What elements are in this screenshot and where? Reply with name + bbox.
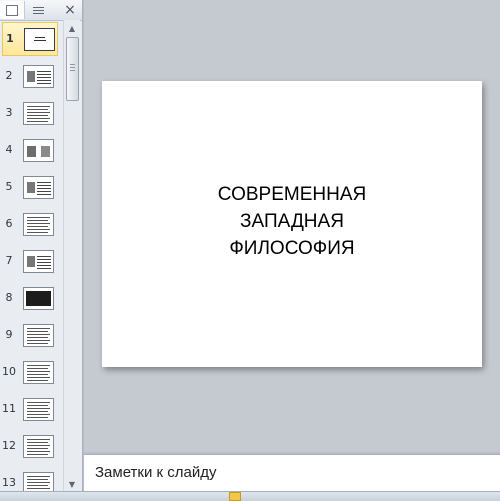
thumbnail-13[interactable]: 13: [0, 466, 62, 492]
slides-icon: [6, 4, 18, 16]
slide-title-line-1: СОВРЕМЕННАЯ: [217, 184, 367, 205]
slide-thumbnail-image: [23, 213, 54, 236]
slide-thumbnail-image: [23, 361, 54, 384]
thumbnail-8[interactable]: 8: [0, 281, 62, 315]
scroll-up-icon[interactable]: ▲: [64, 21, 80, 36]
slide-title-line-2: ЗАПАДНАЯ: [240, 211, 344, 232]
slide-thumbnail-image: [23, 176, 54, 199]
panel-tabs: ×: [0, 0, 82, 21]
thumbnail-11[interactable]: 11: [0, 392, 62, 426]
notes-placeholder: Заметки к слайду: [95, 464, 217, 481]
thumbnail-9[interactable]: 9: [0, 318, 62, 352]
thumbnail-number: 10: [2, 365, 16, 378]
thumbnail-2[interactable]: 2: [0, 59, 62, 93]
thumbnail-scrollbar[interactable]: ▲ ▼: [63, 20, 80, 492]
thumbnail-5[interactable]: 5: [0, 170, 62, 204]
scroll-thumb[interactable]: [66, 37, 79, 101]
notes-pane[interactable]: Заметки к слайду: [84, 454, 500, 491]
outline-icon: [32, 6, 44, 15]
slide-thumbnail-image: [23, 398, 54, 421]
slide-thumbnail-image: [23, 65, 54, 88]
thumbnail-number: 2: [5, 69, 13, 82]
thumbnail-number: 13: [2, 476, 16, 489]
thumbnail-7[interactable]: 7: [0, 244, 62, 278]
thumbnail-number: 5: [5, 180, 13, 193]
slides-tab[interactable]: [0, 1, 25, 19]
thumbnail-number: 4: [5, 143, 13, 156]
slide-title[interactable]: СОВРЕМЕННАЯ ЗАПАДНАЯ ФИЛОСОФИЯ: [102, 181, 482, 262]
current-slide[interactable]: СОВРЕМЕННАЯ ЗАПАДНАЯ ФИЛОСОФИЯ: [102, 81, 482, 367]
thumbnail-12[interactable]: 12: [0, 429, 62, 463]
close-panel-button[interactable]: ×: [62, 1, 78, 19]
slide-title-line-3: ФИЛОСОФИЯ: [229, 238, 355, 259]
slide-thumbnail-image: [23, 139, 54, 162]
slide-thumbnail-image: [23, 250, 54, 273]
slide-thumbnail-image: [23, 472, 54, 492]
thumbnail-number: 6: [5, 217, 13, 230]
thumbnail-number: 3: [5, 106, 13, 119]
thumbnail-number: 9: [5, 328, 13, 341]
thumbnail-4[interactable]: 4: [0, 133, 62, 167]
thumbnail-number: 1: [6, 32, 14, 45]
outline-tab[interactable]: [26, 1, 50, 19]
thumbnail-number: 7: [5, 254, 13, 267]
thumbnail-number: 8: [5, 291, 13, 304]
slide-thumbnail-image: [23, 324, 54, 347]
slide-thumbnail-image: [24, 28, 55, 51]
thumbnail-6[interactable]: 6: [0, 207, 62, 241]
thumbnail-number: 12: [2, 439, 16, 452]
slide-thumbnail-image: [23, 435, 54, 458]
slides-panel: × 1 2 3 4 5 6 7 8 9 10 11 12 13 ▲ ▼: [0, 0, 83, 492]
scroll-down-icon[interactable]: ▼: [64, 477, 80, 492]
thumbnail-10[interactable]: 10: [0, 355, 62, 389]
slide-thumbnail-image: [23, 102, 54, 125]
thumbnail-1[interactable]: 1: [2, 22, 58, 56]
thumbnail-3[interactable]: 3: [0, 96, 62, 130]
slide-thumbnail-image: [23, 287, 54, 310]
thumbnail-number: 11: [2, 402, 16, 415]
slide-workspace: СОВРЕМЕННАЯ ЗАПАДНАЯ ФИЛОСОФИЯ: [84, 0, 500, 452]
